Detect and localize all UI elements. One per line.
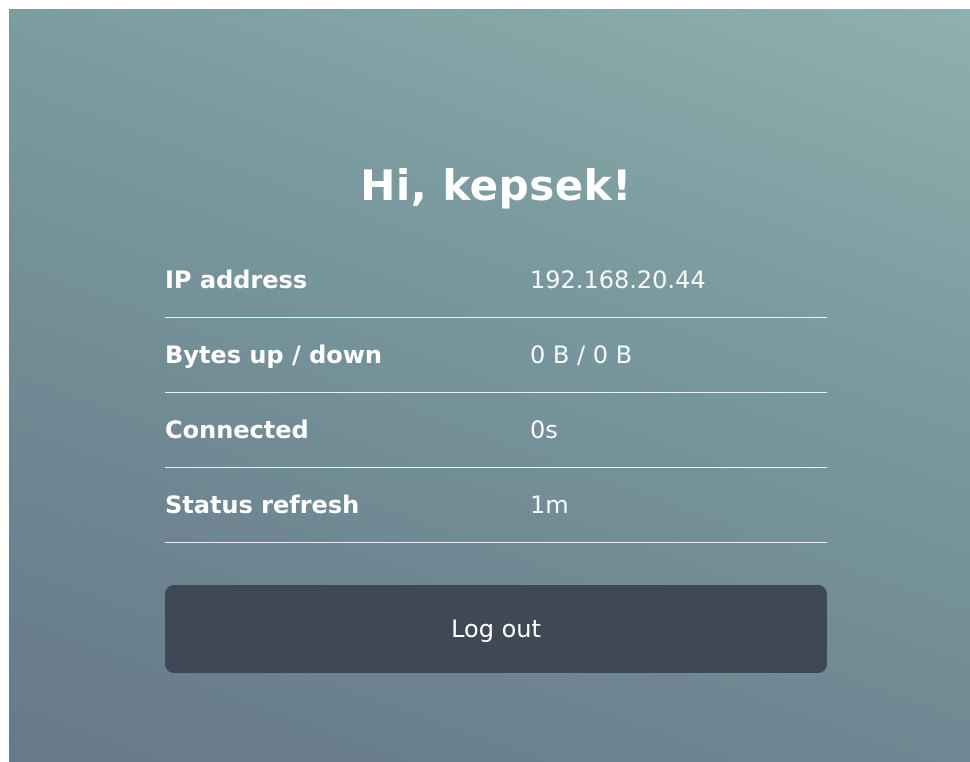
logout-button[interactable]: Log out (165, 585, 827, 673)
info-row-status-refresh: Status refresh 1m (165, 468, 827, 543)
info-row-bytes: Bytes up / down 0 B / 0 B (165, 318, 827, 393)
greeting-title: Hi, kepsek! (360, 161, 632, 210)
status-refresh-label: Status refresh (165, 491, 360, 519)
info-row-ip-address: IP address 192.168.20.44 (165, 243, 827, 318)
ip-address-label: IP address (165, 266, 308, 294)
bytes-value: 0 B / 0 B (530, 341, 633, 369)
status-card: Hi, kepsek! IP address 192.168.20.44 Byt… (165, 157, 827, 673)
connected-value: 0s (530, 416, 558, 444)
ip-address-value: 192.168.20.44 (530, 266, 706, 294)
connected-label: Connected (165, 416, 309, 444)
background-panel: Hi, kepsek! IP address 192.168.20.44 Byt… (9, 9, 970, 762)
info-row-connected: Connected 0s (165, 393, 827, 468)
session-info-table: IP address 192.168.20.44 Bytes up / down… (165, 243, 827, 543)
bytes-label: Bytes up / down (165, 341, 382, 369)
status-refresh-value: 1m (530, 491, 569, 519)
